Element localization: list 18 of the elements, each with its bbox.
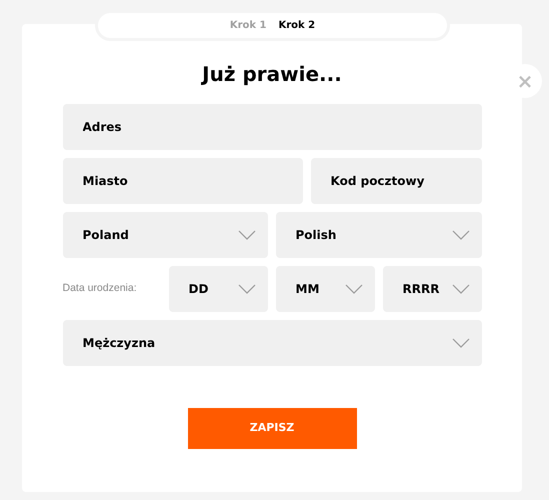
chevron-down-icon xyxy=(452,284,470,294)
dropdown[interactable]: Poland xyxy=(62,212,268,258)
chevron-down-icon xyxy=(238,284,256,294)
input-field[interactable]: Miasto xyxy=(62,158,302,204)
dropdown[interactable]: DD xyxy=(168,266,268,312)
birth-date-label: Data urodzenia: xyxy=(62,281,138,296)
modal-title: Już prawie... xyxy=(202,64,342,84)
chevron-down-icon xyxy=(452,338,470,348)
input-field[interactable]: Adres xyxy=(62,104,482,150)
chevron-down-icon xyxy=(452,230,470,240)
chevron-down-icon xyxy=(344,284,362,294)
input-field[interactable]: Kod pocztowy xyxy=(310,158,482,204)
dropdown[interactable]: Polish xyxy=(276,212,482,258)
dropdown[interactable]: Mężczyzna xyxy=(62,320,482,366)
chevron-down-icon xyxy=(238,230,256,240)
step-tab[interactable]: Krok 2 xyxy=(278,18,316,33)
dropdown[interactable]: MM xyxy=(276,266,374,312)
dropdown[interactable]: RRRR xyxy=(382,266,482,312)
